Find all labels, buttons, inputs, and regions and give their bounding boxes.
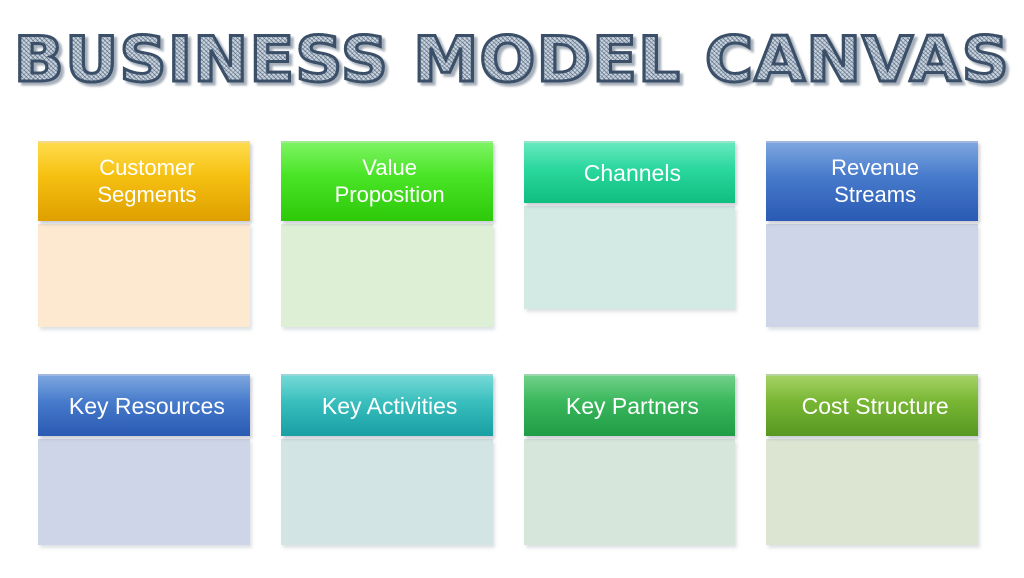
canvas-block-key-activities[interactable]: Key Activities (280, 374, 493, 545)
page-title: BUSINESS MODEL CANVAS (12, 23, 1011, 96)
canvas-bottom-row: Key Resources Key Activities Key Partners C… (38, 374, 978, 545)
block-header-value-proposition[interactable]: Value Proposition (280, 141, 493, 221)
block-title-key-resources: Key Resources (68, 392, 225, 419)
canvas-block-value-proposition[interactable]: Value Proposition (280, 141, 493, 327)
block-body-revenue-streams[interactable] (766, 224, 978, 327)
block-body-key-activities[interactable] (280, 439, 493, 545)
block-header-cost-structure[interactable]: Cost Structure (766, 374, 978, 436)
block-header-revenue-streams[interactable]: Revenue Streams (766, 141, 978, 221)
block-body-channels[interactable] (523, 206, 736, 309)
canvas-top-row: Customer Segments Value Proposition Channels… (38, 141, 978, 327)
block-body-key-partners[interactable] (523, 439, 736, 545)
block-title-revenue-streams: Revenue Streams (831, 155, 920, 207)
block-title-key-activities: Key Activities (321, 392, 458, 419)
block-title-key-partners: Key Partners (565, 392, 699, 419)
canvas-block-cost-structure[interactable]: Cost Structure (766, 374, 978, 545)
canvas-block-customer-segments[interactable]: Customer Segments (38, 141, 250, 327)
block-title-channels: Channels (583, 159, 681, 186)
title-area: BUSINESS MODEL CANVAS (0, 16, 1024, 104)
block-body-value-proposition[interactable] (280, 224, 493, 327)
block-header-key-resources[interactable]: Key Resources (38, 374, 250, 436)
canvas-block-revenue-streams[interactable]: Revenue Streams (766, 141, 978, 327)
block-body-cost-structure[interactable] (766, 439, 978, 545)
block-body-key-resources[interactable] (38, 439, 250, 545)
block-title-cost-structure: Cost Structure (801, 392, 949, 419)
block-header-channels[interactable]: Channels (523, 141, 736, 203)
block-header-customer-segments[interactable]: Customer Segments (38, 141, 250, 221)
block-header-key-partners[interactable]: Key Partners (523, 374, 736, 436)
canvas-block-key-partners[interactable]: Key Partners (523, 374, 736, 545)
canvas-block-key-resources[interactable]: Key Resources (38, 374, 250, 545)
block-header-key-activities[interactable]: Key Activities (280, 374, 493, 436)
block-title-value-proposition: Value Proposition (334, 155, 445, 207)
block-body-customer-segments[interactable] (38, 224, 250, 327)
canvas-block-channels[interactable]: Channels (523, 141, 736, 327)
block-title-customer-segments: Customer Segments (97, 155, 197, 207)
